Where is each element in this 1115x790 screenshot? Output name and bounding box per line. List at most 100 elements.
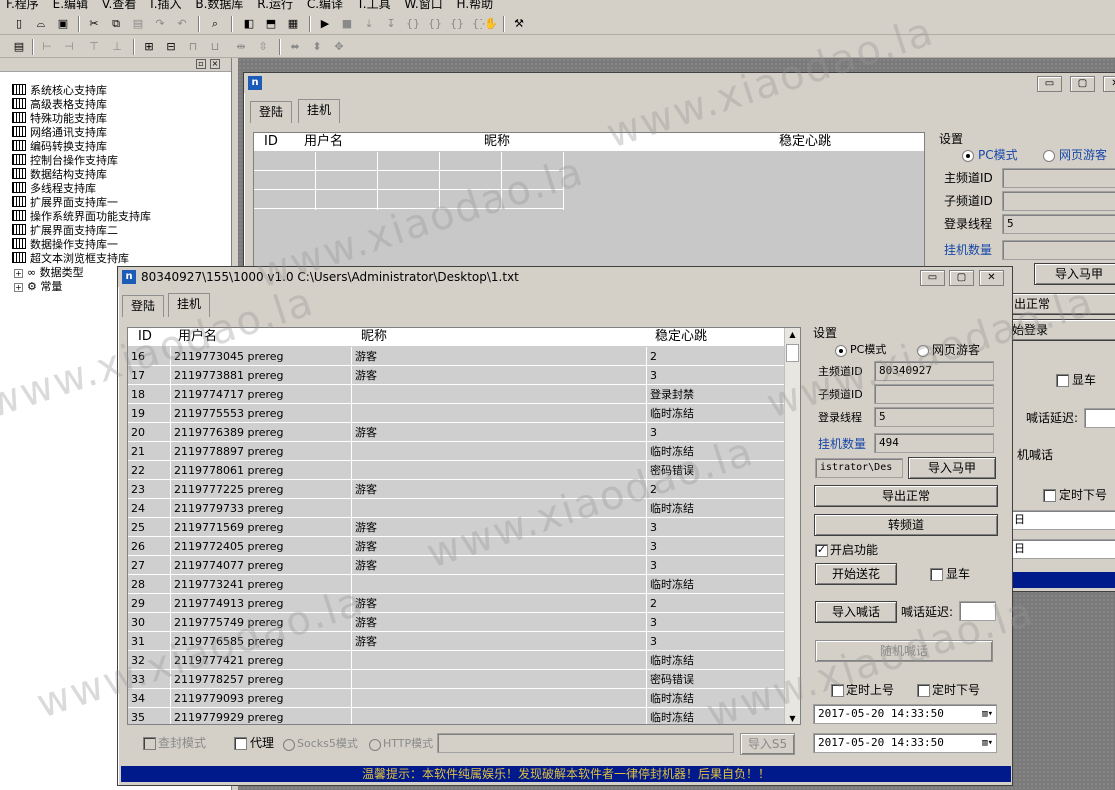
close-icon[interactable]: ✕ [979,270,1004,286]
run-icon[interactable]: ▶ [316,15,334,33]
table-row[interactable]: 27 2119774077 prereg 游客 3 [128,556,786,575]
same-height-icon[interactable]: ⊔ [206,38,224,56]
scroll-down-icon[interactable]: ▼ [785,712,800,724]
table-row[interactable]: 24 2119779733 prereg 临时冻结 [128,499,786,518]
debug-tool-icon[interactable]: ⚒ [510,15,528,33]
table-row[interactable]: 31 2119776585 prereg 游客 3 [128,632,786,651]
timer-on-datetime[interactable]: 2017-05-20 14:33:50 ▥▾ [813,704,997,724]
same-width-icon[interactable]: ⊓ [184,38,202,56]
radio-web-guest[interactable] [1043,150,1055,162]
menu-item-window[interactable]: W.窗口 [404,0,442,10]
enable-feature-checkbox[interactable]: ✓ [815,544,828,557]
tab-login[interactable]: 登陆 [122,295,165,317]
minimize-icon[interactable]: ▭ [920,270,945,286]
table-row[interactable]: 32 2119777421 prereg 临时冻结 [128,651,786,670]
menu-item-help[interactable]: H.帮助 [457,0,494,10]
sub-channel-input[interactable] [874,384,994,404]
main-channel-input[interactable]: 80340927 [874,361,994,381]
shout-delay-input[interactable] [1084,408,1115,428]
timer-off-checkbox[interactable] [917,684,930,697]
calendar-dropdown-icon[interactable]: ▥▾ [982,734,993,752]
library-item[interactable]: 数据结构支持库 [12,168,107,182]
resize-h-icon[interactable]: ⬌ [286,38,304,56]
close-icon[interactable]: ✕ [1103,76,1115,92]
library-item[interactable]: 控制台操作支持库 [12,154,118,168]
export-normal-button[interactable]: 出正常 [999,293,1115,315]
layout-left-icon[interactable]: ◧ [240,15,258,33]
brace-step-icon[interactable]: {} [426,15,444,33]
date-on-field[interactable]: 日 [1009,510,1115,530]
save-icon[interactable]: ▣ [54,15,72,33]
col-nickname[interactable]: 昵称 [361,328,387,346]
sub-channel-input[interactable] [1002,191,1115,211]
grid-scrollbar[interactable]: ▲ ▼ [784,328,800,724]
align-left-icon[interactable]: ⊢ [38,38,56,56]
table-row[interactable]: 30 2119775749 prereg 游客 3 [128,613,786,632]
table-row[interactable]: 29 2119774913 prereg 游客 2 [128,594,786,613]
menu-item-insert[interactable]: I.插入 [150,0,181,10]
show-car-checkbox[interactable] [1056,374,1069,387]
minimize-icon[interactable]: ▭ [1037,76,1062,92]
proxy-path-input[interactable] [437,733,734,753]
import-vest-button[interactable]: 导入马甲 [908,457,996,479]
menu-item-program[interactable]: F.程序 [6,0,39,10]
tab-hang[interactable]: 挂机 [168,293,211,317]
library-item[interactable]: 高级表格支持库 [12,98,107,112]
library-item[interactable]: 系统核心支持库 [12,84,107,98]
switch-channel-button[interactable]: 转频道 [814,514,998,536]
brace-run-icon[interactable]: {} [448,15,466,33]
import-s5-button[interactable]: 导入S5 [740,733,795,755]
panel-close-icon[interactable]: × [210,59,220,69]
library-item[interactable]: 特殊功能支持库 [12,112,107,126]
cut-icon[interactable]: ✂ [85,15,103,33]
radio-pc-mode[interactable] [962,150,974,162]
copy-icon[interactable]: ⧉ [107,15,125,33]
layout-grid-icon[interactable]: ▦ [284,15,302,33]
resize-v-icon[interactable]: ⬍ [308,38,326,56]
table-row[interactable]: 26 2119772405 prereg 游客 3 [128,537,786,556]
table-row[interactable]: 23 2119777225 prereg 游客 2 [128,480,786,499]
center-h-icon[interactable]: ⊞ [140,38,158,56]
col-username[interactable]: 用户名 [178,328,217,346]
timer-on-checkbox[interactable] [831,684,844,697]
shout-delay-input[interactable] [959,601,996,621]
undo-icon[interactable]: ↶ [173,15,191,33]
table-row[interactable]: 21 2119778897 prereg 临时冻结 [128,442,786,461]
tree-node-data-types[interactable]: + ∞ 数据类型 [14,266,84,280]
table-row[interactable]: 35 2119779929 prereg 临时冻结 [128,708,786,724]
maximize-icon[interactable]: ▢ [1070,76,1095,92]
resize-both-icon[interactable]: ✥ [330,38,348,56]
timer-off-datetime[interactable]: 2017-05-20 14:33:50 ▥▾ [813,733,997,753]
hand-icon[interactable]: ✋ [482,15,500,33]
space-v-icon[interactable]: ⇳ [254,38,272,56]
panel-minimize-icon[interactable]: ▫ [196,59,206,69]
col-id[interactable]: ID [138,328,152,346]
align-right-icon[interactable]: ⊣ [60,38,78,56]
library-item[interactable]: 网络通讯支持库 [12,126,107,140]
radio-pc-mode[interactable] [835,345,847,357]
table-row[interactable]: 17 2119773881 prereg 游客 3 [128,366,786,385]
calendar-dropdown-icon[interactable]: ▥▾ [982,705,993,723]
library-item[interactable]: 操作系统界面功能支持库 [12,210,151,224]
hang-count-input[interactable]: 494 [874,433,994,453]
table-row[interactable]: 16 2119773045 prereg 游客 2 [128,347,786,366]
open-folder-icon[interactable]: ⌓ [32,15,50,33]
login-threads-input[interactable]: 5 [874,407,994,427]
table-row[interactable]: 19 2119775553 prereg 临时冻结 [128,404,786,423]
maximize-icon[interactable]: ▢ [949,270,974,286]
timer-off-checkbox[interactable] [1043,489,1056,502]
hang-count-input[interactable] [1002,240,1115,260]
stop-icon[interactable]: ■ [338,15,356,33]
random-shout-button[interactable]: 随机喊话 [815,640,993,662]
step-into-icon[interactable]: ⤓ [360,15,378,33]
align-top-icon[interactable]: ⊤ [85,38,103,56]
align-bottom-icon[interactable]: ⊥ [108,38,126,56]
col-heartbeat[interactable]: 稳定心跳 [655,328,707,346]
form-icon[interactable]: ▤ [10,38,28,56]
menu-item-compile[interactable]: C.编译 [307,0,343,10]
main-channel-input[interactable] [1002,168,1115,188]
start-flower-button[interactable]: 开始送花 [815,563,897,585]
new-file-icon[interactable]: ▯ [10,15,28,33]
paste-icon[interactable]: ▤ [129,15,147,33]
date-off-field[interactable]: 日 [1009,539,1115,559]
